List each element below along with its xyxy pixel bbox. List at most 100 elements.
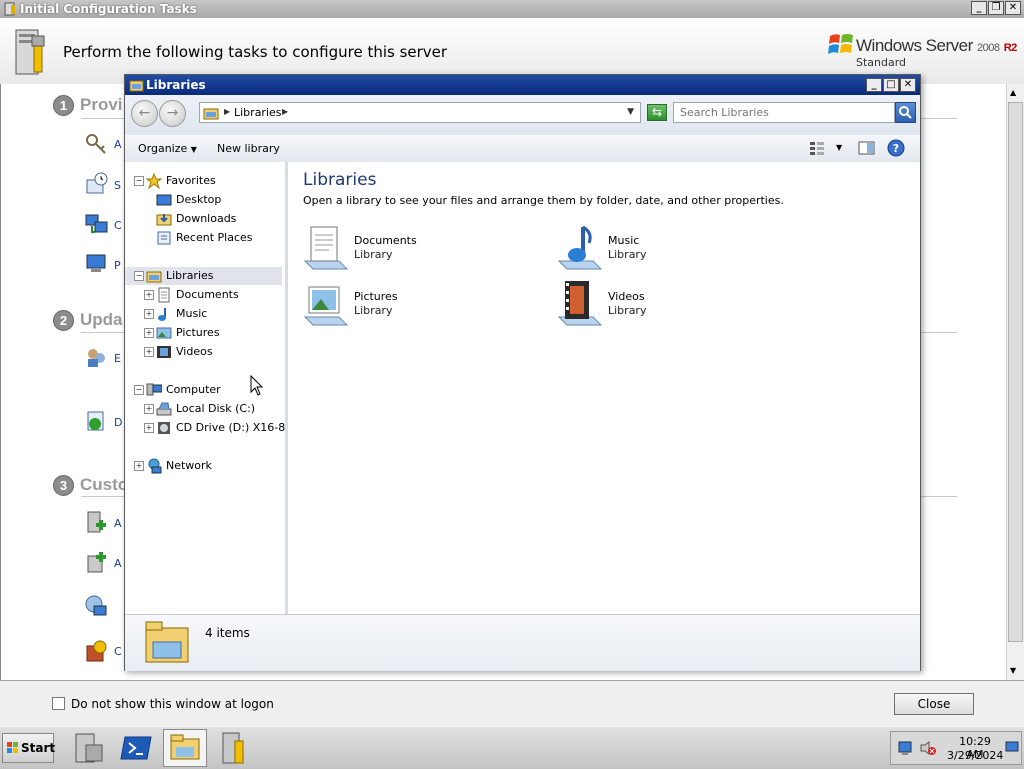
cd-drive-icon <box>158 422 170 434</box>
search-box[interactable] <box>673 102 895 123</box>
nav-favorites[interactable]: − Favorites <box>125 172 282 190</box>
forward-button[interactable]: → <box>159 100 186 127</box>
new-library-button[interactable]: New library <box>217 142 280 155</box>
library-item-pictures[interactable]: Pictures Library <box>303 279 523 329</box>
task-link-set-time[interactable]: S <box>114 179 121 192</box>
nav-downloads[interactable]: Downloads <box>125 210 282 228</box>
ict-scrollbar[interactable]: ▲ ▼ <box>1006 84 1024 680</box>
breadcrumb-libraries[interactable]: Libraries <box>234 106 282 119</box>
section-1-number: 1 <box>53 95 74 116</box>
nav-pictures[interactable]: + Pictures <box>125 324 282 342</box>
favorites-star-icon <box>146 173 162 189</box>
task-link-activate[interactable]: A <box>114 138 122 151</box>
expand-icon[interactable]: + <box>144 290 154 300</box>
expand-icon[interactable]: + <box>144 328 154 338</box>
help-icon[interactable]: ? <box>887 139 905 157</box>
ict-restore-button[interactable]: ❐ <box>988 1 1004 15</box>
section-3-header[interactable]: 3 Custo <box>53 475 128 496</box>
libraries-maximize-button[interactable]: □ <box>883 78 899 92</box>
task-link-computer-name[interactable]: P <box>114 259 121 272</box>
address-box[interactable]: ▶ Libraries ▶ ▼ <box>199 102 641 123</box>
ict-minimize-button[interactable]: _ <box>971 1 987 15</box>
dont-show-checkbox[interactable] <box>52 697 65 710</box>
task-link-configure-firewall[interactable]: C <box>114 645 122 658</box>
collapse-icon[interactable]: − <box>134 271 144 281</box>
start-button[interactable]: Start <box>2 733 55 763</box>
library-item-videos[interactable]: Videos Library <box>557 279 777 329</box>
expand-icon[interactable]: + <box>134 461 144 471</box>
view-dropdown-icon[interactable]: ▼ <box>836 143 842 152</box>
organize-label: Organize <box>138 142 188 155</box>
libraries-close-button[interactable]: ✕ <box>900 78 916 92</box>
ict-titlebar[interactable]: Initial Configuration Tasks _ ❐ ✕ <box>0 0 1024 18</box>
collapse-icon[interactable]: − <box>134 176 144 186</box>
expand-icon[interactable]: + <box>144 347 154 357</box>
taskbar-powershell[interactable] <box>115 729 159 767</box>
network-tray-icon[interactable] <box>897 740 913 756</box>
library-item-documents[interactable]: Documents Library <box>303 223 523 273</box>
nav-music[interactable]: + Music <box>125 305 282 323</box>
clock-date[interactable]: 3/29/2024 <box>947 749 1003 762</box>
task-link-enable-updates[interactable]: E <box>114 352 121 365</box>
libraries-titlebar[interactable]: Libraries _ □ ✕ <box>125 75 920 95</box>
taskbar-initial-config[interactable] <box>213 729 257 767</box>
address-dropdown-icon[interactable]: ▼ <box>627 107 634 117</box>
nav-local-disk[interactable]: + Local Disk (C:) <box>125 400 282 418</box>
section-1-header[interactable]: 1 Provi <box>53 95 123 116</box>
task-link-download-updates[interactable]: D <box>114 416 122 429</box>
task-link-add-features[interactable]: A <box>114 557 122 570</box>
task-link-configure-networking[interactable]: C <box>114 219 122 232</box>
refresh-button[interactable]: ⇆ <box>647 104 667 121</box>
nav-computer-label: Computer <box>166 383 221 396</box>
nav-videos[interactable]: + Videos <box>125 343 282 361</box>
nav-network[interactable]: + Network <box>125 457 282 475</box>
search-input[interactable] <box>678 105 872 120</box>
breadcrumb-arrow-icon[interactable]: ▶ <box>282 107 288 116</box>
nav-recent-places[interactable]: Recent Places <box>125 229 282 247</box>
nav-cd-drive[interactable]: + CD Drive (D:) X16-816 <box>125 419 285 437</box>
nav-documents[interactable]: + Documents <box>125 286 282 304</box>
libraries-minimize-button[interactable]: _ <box>866 78 882 92</box>
expand-icon[interactable]: + <box>144 423 154 433</box>
svg-text:?: ? <box>893 142 899 155</box>
documents-icon <box>158 287 170 303</box>
downloads-folder-icon <box>156 214 172 226</box>
nav-desktop[interactable]: Desktop <box>125 191 282 209</box>
library-item-music[interactable]: Music Library <box>557 223 777 273</box>
show-desktop-icon[interactable] <box>1005 740 1019 754</box>
taskbar-server-manager[interactable] <box>66 729 110 767</box>
nav-network-label: Network <box>166 459 212 472</box>
network-icon <box>148 458 162 474</box>
brand-r2: R2 <box>1003 42 1018 54</box>
add-roles-icon <box>87 511 106 533</box>
library-type: Library <box>608 248 647 261</box>
scroll-down-arrow[interactable]: ▼ <box>1010 666 1016 675</box>
section-2-header[interactable]: 2 Upda <box>53 310 123 331</box>
organize-button[interactable]: Organize ▼ <box>138 142 197 155</box>
details-pane: 4 items <box>125 614 920 671</box>
preview-pane-icon[interactable] <box>858 140 875 156</box>
documents-library-icon <box>303 226 349 270</box>
expand-icon[interactable]: + <box>144 404 154 414</box>
ict-close-button[interactable]: ✕ <box>1005 1 1021 15</box>
nav-pictures-label: Pictures <box>176 326 220 339</box>
windows-start-icon <box>7 742 18 753</box>
volume-muted-icon[interactable] <box>919 740 937 756</box>
scroll-up-arrow[interactable]: ▲ <box>1010 88 1016 97</box>
change-view-icon[interactable] <box>809 140 825 156</box>
content-description: Open a library to see your files and arr… <box>303 194 784 207</box>
pictures-icon <box>156 327 172 339</box>
task-link-add-roles[interactable]: A <box>114 517 122 530</box>
nav-libraries[interactable]: − Libraries <box>125 267 282 285</box>
expand-icon[interactable]: + <box>144 309 154 319</box>
library-type: Library <box>354 248 393 261</box>
initial-config-icon <box>222 732 244 764</box>
collapse-icon[interactable]: − <box>134 385 144 395</box>
back-button[interactable]: ← <box>131 100 158 127</box>
breadcrumb-arrow-icon[interactable]: ▶ <box>224 107 230 116</box>
close-button[interactable]: Close <box>894 693 974 715</box>
local-disk-icon <box>156 402 172 416</box>
taskbar-explorer[interactable] <box>163 729 207 767</box>
search-button[interactable] <box>895 102 916 123</box>
scroll-thumb[interactable] <box>1008 102 1023 642</box>
